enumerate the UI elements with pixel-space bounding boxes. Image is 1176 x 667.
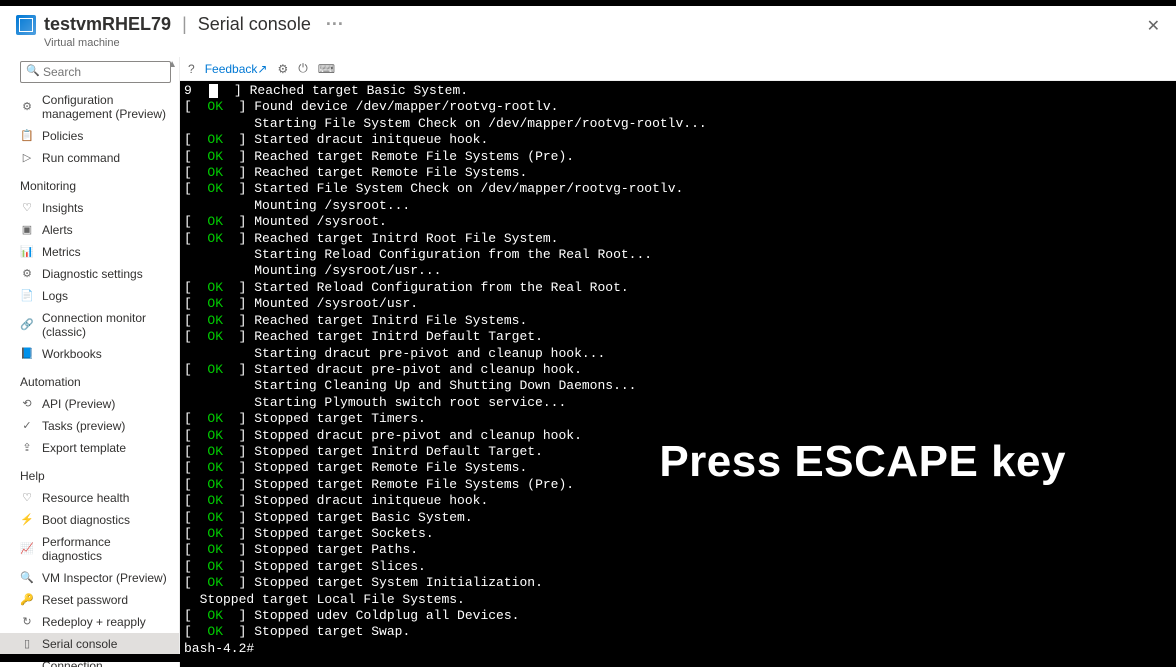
nav-icon: 📄 [20, 289, 34, 303]
nav-label: Performance diagnostics [42, 535, 171, 563]
nav-label: Tasks (preview) [42, 419, 125, 433]
nav-icon: 🔍 [20, 571, 34, 585]
nav-label: Connection monitor (classic) [42, 311, 171, 339]
nav-icon: 📋 [20, 129, 34, 143]
resource-type-label: Virtual machine [0, 37, 1176, 57]
close-icon[interactable]: ✕ [1147, 16, 1160, 36]
more-dots[interactable]: ··· [326, 14, 344, 34]
sidebar-item[interactable]: 🔍 VM Inspector (Preview) [0, 567, 179, 589]
nav-label: Boot diagnostics [42, 513, 130, 527]
page-title: testvmRHEL79 | Serial console ··· [44, 14, 344, 35]
nav-icon: ⚙ [20, 100, 34, 114]
sidebar-item[interactable]: 📘 Workbooks [0, 343, 179, 365]
nav-label: Logs [42, 289, 68, 303]
nav-label: VM Inspector (Preview) [42, 571, 167, 585]
nav-label: Insights [42, 201, 83, 215]
section-automation: Automation [0, 365, 179, 393]
nav-icon: ▷ [20, 151, 34, 165]
search-input[interactable] [20, 61, 171, 83]
nav-label: Metrics [42, 245, 81, 259]
nav-label: API (Preview) [42, 397, 115, 411]
sidebar: ▲ 🔍 ⚙Configuration management (Preview)📋… [0, 57, 180, 667]
nav-icon: ↻ [20, 615, 34, 629]
nav-icon: 📘 [20, 347, 34, 361]
sidebar-item[interactable]: ♡ Insights [0, 197, 179, 219]
page-header: testvmRHEL79 | Serial console ··· ✕ [0, 6, 1176, 37]
nav-label: Policies [42, 129, 83, 143]
nav-icon: 📈 [20, 542, 34, 556]
section-monitoring: Monitoring [0, 169, 179, 197]
sidebar-item[interactable]: ⇪ Export template [0, 437, 179, 459]
nav-icon: 📊 [20, 245, 34, 259]
sidebar-item[interactable]: ↻ Redeploy + reapply [0, 611, 179, 633]
nav-label: Reset password [42, 593, 128, 607]
section-help: Help [0, 459, 179, 487]
vm-icon [16, 15, 36, 35]
keyboard-icon[interactable]: ⌨ [318, 62, 335, 76]
sidebar-item[interactable]: 📊 Metrics [0, 241, 179, 263]
sidebar-item[interactable]: ♡ Resource health [0, 487, 179, 509]
nav-icon: ▣ [20, 223, 34, 237]
overlay-instruction: Press ESCAPE key [659, 437, 1066, 487]
content-area: ? Feedback↗ ⚙ ⏻ ⌨ 9 ] Reached target Bas… [180, 57, 1176, 667]
nav-icon: ⇪ [20, 441, 34, 455]
console-toolbar: ? Feedback↗ ⚙ ⏻ ⌨ [180, 57, 1176, 81]
sidebar-item[interactable]: ▯ Serial console [0, 633, 179, 655]
sidebar-item[interactable]: 🔗 Connection monitor (classic) [0, 307, 179, 343]
sidebar-item[interactable]: 📄 Logs [0, 285, 179, 307]
nav-label: Resource health [42, 491, 129, 505]
nav-icon: ⚙ [20, 267, 34, 281]
sidebar-item[interactable]: 📋 Policies [0, 125, 179, 147]
search-icon: 🔍 [26, 64, 40, 77]
nav-label: Serial console [42, 637, 117, 651]
nav-label: Diagnostic settings [42, 267, 143, 281]
nav-icon: ✓ [20, 419, 34, 433]
feedback-link[interactable]: Feedback↗ [205, 62, 268, 76]
sidebar-item[interactable]: ▷ Run command [0, 147, 179, 169]
sidebar-item[interactable]: ⟲ API (Preview) [0, 393, 179, 415]
sidebar-item[interactable]: 🔑 Reset password [0, 589, 179, 611]
sidebar-item[interactable]: ⚙ Diagnostic settings [0, 263, 179, 285]
nav-label: Alerts [42, 223, 73, 237]
nav-label: Export template [42, 441, 126, 455]
sidebar-item[interactable]: 📈 Performance diagnostics [0, 531, 179, 567]
sidebar-item[interactable]: ✓ Tasks (preview) [0, 415, 179, 437]
sidebar-item[interactable]: ⚡ Boot diagnostics [0, 509, 179, 531]
settings-icon[interactable]: ⚙ [277, 62, 288, 76]
nav-icon: ⟲ [20, 397, 34, 411]
serial-console-output[interactable]: 9 ] Reached target Basic System. [ OK ] … [180, 81, 1176, 667]
nav-label: Redeploy + reapply [42, 615, 146, 629]
nav-icon: 🔗 [20, 318, 34, 332]
help-icon[interactable]: ? [188, 62, 195, 76]
nav-label: Configuration management (Preview) [42, 93, 171, 121]
nav-icon: ▯ [20, 637, 34, 651]
nav-label: Workbooks [42, 347, 102, 361]
nav-icon: ♡ [20, 201, 34, 215]
sidebar-item[interactable]: ⚙ Configuration management (Preview) [0, 89, 179, 125]
power-icon[interactable]: ⏻ [298, 61, 308, 76]
nav-icon: ⚡ [20, 513, 34, 527]
sidebar-item[interactable]: ▣ Alerts [0, 219, 179, 241]
nav-label: Run command [42, 151, 120, 165]
nav-icon: 🔑 [20, 593, 34, 607]
nav-icon: ♡ [20, 491, 34, 505]
